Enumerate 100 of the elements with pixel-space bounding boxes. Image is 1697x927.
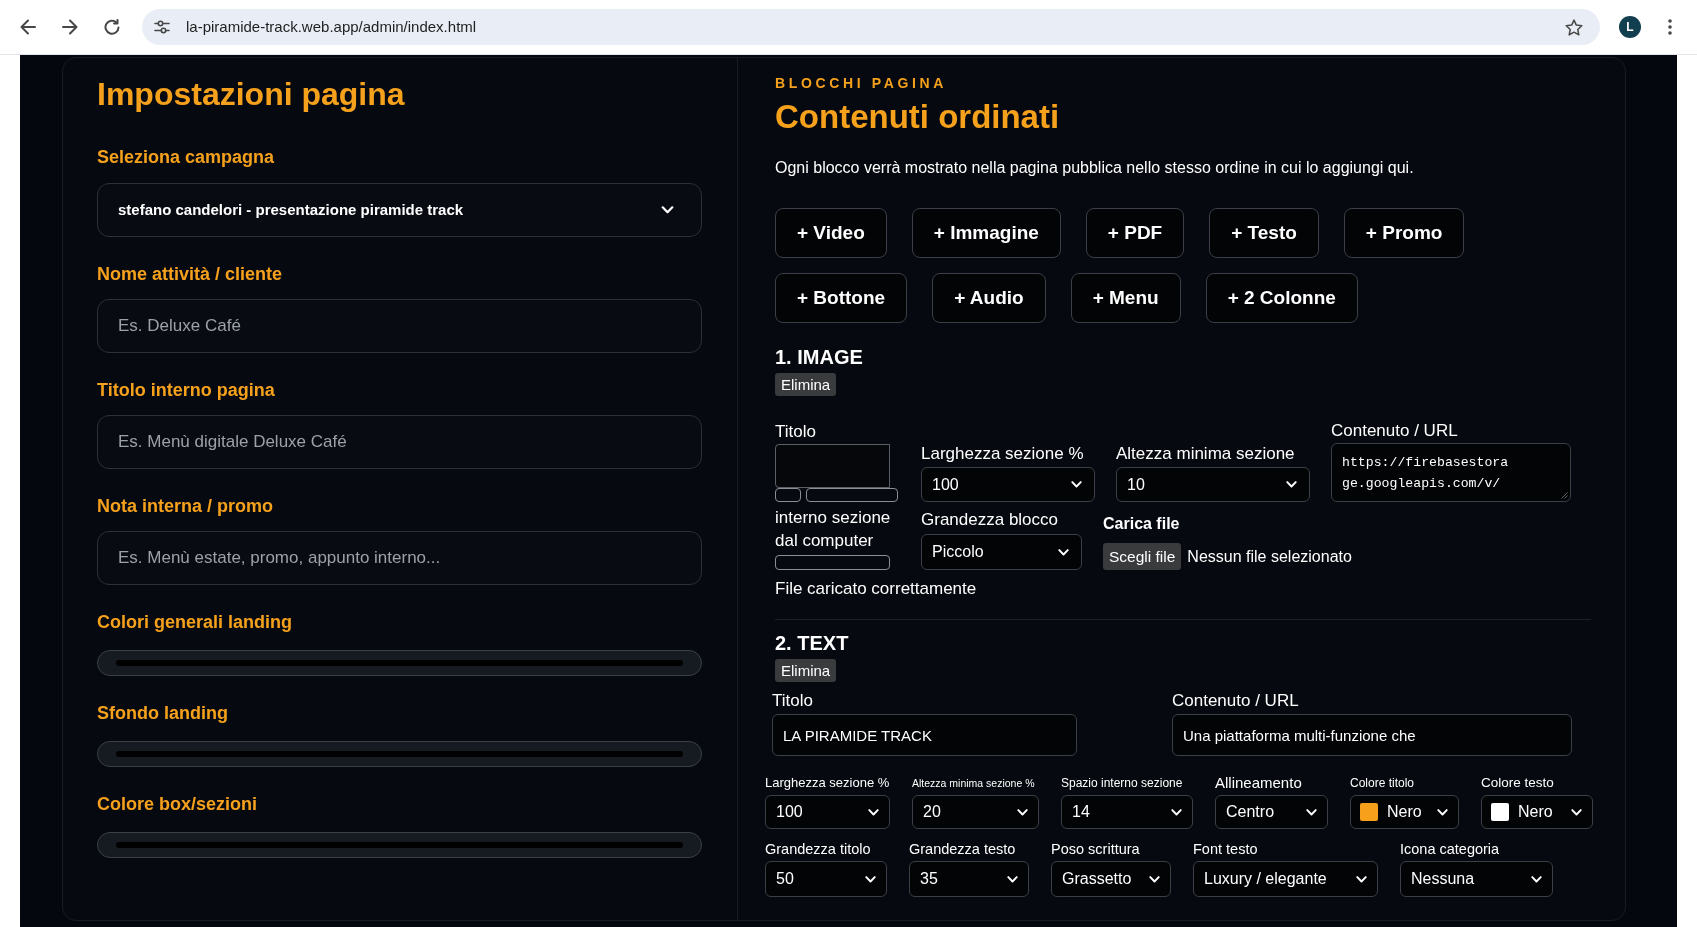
color-input[interactable]: [97, 650, 702, 676]
text-input[interactable]: Es. Menù digitale Deluxe Café: [97, 415, 702, 469]
field-label: Seleziona campagna: [97, 146, 276, 168]
field-label: Allineamento: [1215, 774, 1303, 792]
field-label: Grandezza testo: [909, 840, 1017, 858]
field-label: Colore box/sezioni: [97, 793, 259, 815]
field-label: Contenuto / URL: [1172, 690, 1300, 712]
color-input[interactable]: [97, 832, 702, 858]
section-eyebrow: BLOCCHI PAGINA: [775, 74, 949, 92]
dropdown-select[interactable]: 10: [1116, 467, 1310, 502]
chevron-down-icon: [1007, 875, 1018, 883]
field-label: Altezza minima sezione %: [912, 776, 1036, 791]
sliders-icon[interactable]: [154, 20, 170, 34]
field-label: Colori generali landing: [97, 611, 294, 633]
add-block-button[interactable]: + PDF: [1085, 208, 1185, 258]
dropdown-select[interactable]: 20: [912, 795, 1039, 829]
field-label: Nome attività / cliente: [97, 263, 284, 285]
text-input[interactable]: Es. Deluxe Café: [97, 299, 702, 353]
dropdown-select[interactable]: 50: [765, 861, 887, 897]
field-label: Larghezza sezione %: [765, 774, 890, 792]
field-label: Colore titolo: [1350, 775, 1416, 792]
dropdown-select[interactable]: Piccolo: [921, 534, 1082, 570]
dropdown-select[interactable]: Centro: [1215, 795, 1328, 829]
chevron-down-icon: [1286, 481, 1297, 488]
field-label: Poso scrittura: [1051, 840, 1141, 858]
dropdown-select[interactable]: 35: [909, 861, 1029, 897]
delete-button[interactable]: Elimina: [775, 373, 837, 396]
panel-title: Impostazioni pagina: [97, 75, 406, 113]
chevron-down-icon: [868, 808, 879, 816]
chevron-down-icon: [1171, 808, 1182, 816]
chevron-down-icon: [1571, 808, 1582, 816]
dropdown-select[interactable]: Grassetto: [1051, 861, 1171, 897]
field-label: Grandezza titolo: [765, 840, 872, 858]
field-label: Icona categoria: [1400, 840, 1501, 858]
add-block-button[interactable]: + 2 Colonne: [1205, 273, 1358, 323]
chevron-down-icon: [1071, 481, 1082, 488]
chevron-down-icon: [865, 875, 876, 883]
add-block-button[interactable]: + Testo: [1209, 208, 1319, 258]
menu-icon[interactable]: [1668, 19, 1672, 35]
field-label: Contenuto / URL: [1331, 420, 1459, 442]
field-label: Spazio interno sezione: [1061, 775, 1184, 792]
chevron-down-icon: [1437, 808, 1448, 816]
add-block-button[interactable]: + Bottone: [775, 273, 908, 323]
field-label: interno sezione: [775, 507, 892, 529]
chevron-down-icon: [1306, 808, 1317, 816]
file-status: Nessun file selezionato: [1187, 546, 1352, 567]
field-label: Carica file: [1103, 514, 1181, 534]
chevron-down-icon: [1017, 808, 1028, 816]
campaign-select[interactable]: stefano candelori - presentazione piramide track: [97, 183, 702, 237]
chevron-down-icon: [1058, 548, 1069, 556]
chevron-down-icon: [1531, 875, 1542, 883]
color-input[interactable]: [97, 741, 702, 767]
reload-icon[interactable]: [104, 19, 120, 35]
add-block-button[interactable]: + Video: [775, 208, 887, 258]
chevron-down-icon: [1149, 875, 1160, 883]
input-field[interactable]: [775, 488, 801, 502]
field-label: Larghezza sezione %: [921, 443, 1085, 465]
delete-button[interactable]: Elimina: [775, 659, 837, 682]
input-field[interactable]: [775, 555, 890, 570]
field-label: Nota interna / promo: [97, 495, 274, 517]
text-input[interactable]: Es. Menù estate, promo, appunto interno...: [97, 531, 702, 585]
dropdown-select[interactable]: 100: [921, 467, 1095, 502]
field-label: Sfondo landing: [97, 702, 229, 724]
field-label: Altezza minima sezione: [1116, 443, 1296, 465]
color-select[interactable]: Nero: [1350, 795, 1459, 829]
input-field[interactable]: [805, 488, 898, 502]
block-heading: 2. TEXT: [775, 631, 850, 655]
color-select[interactable]: Nero: [1481, 795, 1593, 829]
text-input[interactable]: Una piattaforma multi-funzione che: [1172, 714, 1572, 756]
text-input[interactable]: LA PIRAMIDE TRACK: [772, 714, 1077, 756]
back-icon[interactable]: [20, 19, 36, 35]
profile-avatar[interactable]: L: [1619, 16, 1641, 38]
chevron-down-icon: [661, 206, 674, 214]
field-label: dal computer: [775, 530, 875, 552]
add-block-button[interactable]: + Promo: [1343, 208, 1465, 258]
field-label: Titolo: [772, 690, 814, 712]
upload-message: File caricato correttamente: [775, 578, 978, 600]
dropdown-select[interactable]: Luxury / elegante: [1193, 861, 1378, 897]
field-label: Grandezza blocco: [921, 509, 1060, 531]
choose-file-button[interactable]: Scegli file: [1103, 543, 1182, 570]
add-block-button[interactable]: + Audio: [932, 273, 1046, 323]
field-label: Titolo: [775, 421, 817, 443]
forward-icon[interactable]: [62, 19, 78, 35]
field-label: Font testo: [1193, 840, 1259, 858]
field-label: Titolo interno pagina: [97, 379, 276, 401]
field-label: Colore testo: [1481, 774, 1555, 792]
url-textarea[interactable]: https://firebasestorage.googleapis.com/v/: [1331, 443, 1571, 502]
address-bar[interactable]: la-piramide-track.web.app/admin/index.html: [142, 9, 1600, 45]
add-block-button[interactable]: + Menu: [1070, 273, 1181, 323]
dropdown-select[interactable]: Nessuna: [1400, 861, 1553, 897]
add-block-button[interactable]: + Immagine: [911, 208, 1061, 258]
dropdown-select[interactable]: 14: [1061, 795, 1193, 829]
panel-description: Ogni blocco verrà mostrato nella pagina pubblica nello stesso ordine in cui lo aggiungi qui.: [775, 158, 1415, 178]
panel-title: Contenuti ordinati: [775, 97, 1061, 137]
resize-grip-icon[interactable]: [1561, 492, 1568, 499]
chevron-down-icon: [1356, 875, 1367, 883]
dropdown-select[interactable]: 100: [765, 795, 890, 829]
block-heading: 1. IMAGE: [775, 345, 864, 369]
title-field[interactable]: [775, 444, 890, 488]
star-icon[interactable]: [1565, 18, 1583, 36]
